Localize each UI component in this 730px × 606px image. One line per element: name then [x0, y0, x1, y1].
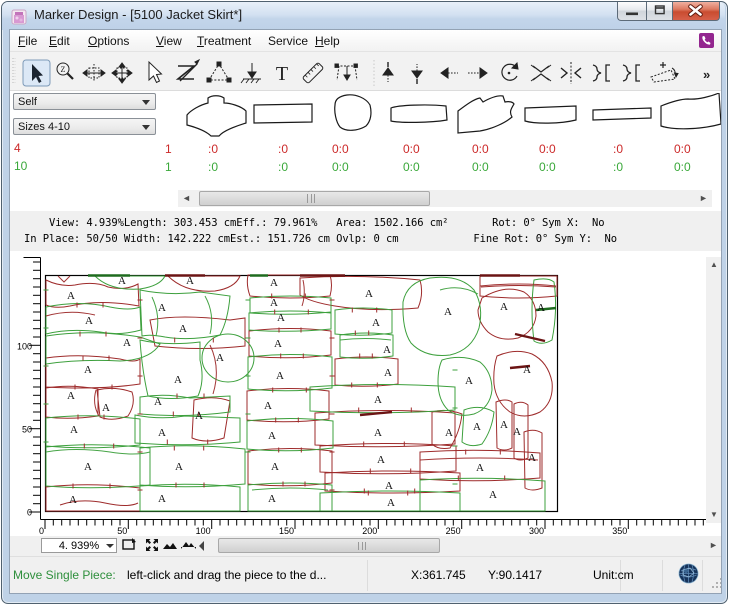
svg-text:50: 50 — [22, 425, 32, 435]
svg-text:A: A — [158, 302, 166, 314]
svg-text:250: 250 — [446, 526, 461, 536]
svg-text:Z: Z — [61, 65, 66, 74]
svg-text:A: A — [179, 323, 187, 335]
svg-text:200: 200 — [362, 526, 377, 536]
svg-text:A: A — [500, 419, 508, 431]
svg-text:A: A — [513, 426, 521, 438]
svg-text:A: A — [528, 452, 536, 464]
svg-text:A: A — [383, 344, 391, 356]
svg-text:A: A — [374, 394, 382, 406]
svg-text:100: 100 — [196, 526, 211, 536]
svg-text:A: A — [216, 352, 224, 364]
svg-text:T: T — [276, 63, 288, 85]
svg-text:A: A — [523, 364, 531, 376]
svg-text:A: A — [374, 427, 382, 439]
svg-text:0: 0 — [27, 508, 32, 518]
svg-text:A: A — [372, 317, 380, 329]
svg-text:A: A — [465, 375, 473, 387]
svg-text:100: 100 — [17, 342, 32, 352]
svg-text:A: A — [67, 290, 75, 302]
svg-text:A: A — [158, 427, 166, 439]
svg-text:350: 350 — [612, 526, 627, 536]
svg-text:A: A — [384, 367, 392, 379]
svg-text:A: A — [444, 306, 452, 318]
svg-text:A: A — [276, 370, 284, 382]
svg-text:A: A — [69, 494, 77, 506]
svg-text:A: A — [268, 493, 276, 505]
svg-text:A: A — [174, 374, 182, 386]
svg-text:A: A — [270, 297, 278, 309]
svg-text:A: A — [365, 288, 373, 300]
svg-text:A: A — [537, 302, 545, 314]
svg-text:A: A — [67, 390, 75, 402]
svg-text:A: A — [175, 461, 183, 473]
svg-text:A: A — [387, 497, 395, 509]
svg-text:A: A — [473, 421, 481, 433]
svg-text:A: A — [445, 427, 453, 439]
svg-text:150: 150 — [279, 526, 294, 536]
svg-text:A: A — [500, 301, 508, 313]
svg-text:A: A — [186, 275, 194, 287]
svg-text:»: » — [703, 67, 710, 82]
svg-text:A: A — [268, 430, 276, 442]
svg-text:50: 50 — [117, 526, 127, 536]
svg-text:A: A — [264, 400, 272, 412]
svg-text:A: A — [271, 461, 279, 473]
svg-text:A: A — [195, 410, 203, 422]
svg-text:A: A — [270, 277, 278, 289]
svg-text:A: A — [385, 480, 393, 492]
svg-text:A: A — [277, 312, 285, 324]
svg-text:A: A — [158, 493, 166, 505]
svg-text:A: A — [476, 462, 484, 474]
svg-text:A: A — [377, 454, 385, 466]
svg-text:A: A — [489, 489, 497, 501]
svg-text:A: A — [123, 337, 131, 349]
svg-text:A: A — [70, 424, 78, 436]
svg-text:A: A — [118, 275, 126, 287]
svg-text:0: 0 — [39, 526, 44, 536]
svg-text:300: 300 — [529, 526, 544, 536]
svg-text:A: A — [84, 364, 92, 376]
svg-text:A: A — [84, 461, 92, 473]
svg-text:A: A — [85, 315, 93, 327]
svg-text:A: A — [102, 402, 110, 414]
svg-text:A: A — [154, 396, 162, 408]
svg-text:A: A — [274, 338, 282, 350]
